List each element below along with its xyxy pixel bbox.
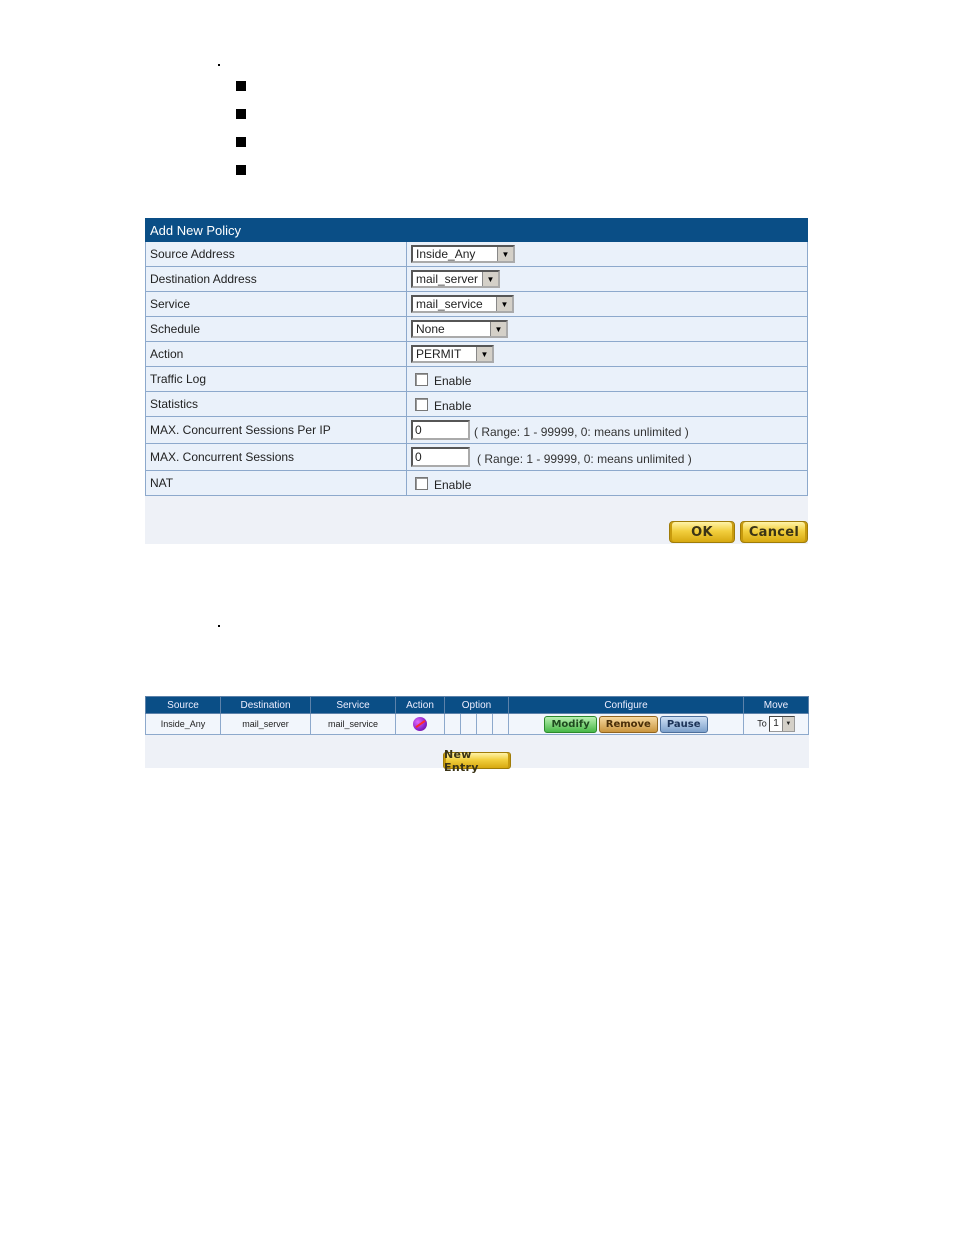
range-hint: ( Range: 1 - 99999, 0: means unlimited ) — [474, 425, 689, 439]
checkbox-label: Enable — [434, 478, 472, 493]
statistics-checkbox[interactable] — [415, 397, 428, 411]
pause-button[interactable]: Pause — [659, 715, 708, 733]
field-label: MAX. Concurrent Sessions Per IP — [145, 416, 407, 444]
cell-destination: mail_server — [220, 713, 311, 735]
max-sessions-input[interactable]: 0 — [411, 447, 470, 467]
bullet-square — [236, 165, 246, 175]
schedule-select[interactable]: None ▼ — [411, 320, 508, 338]
policy-table: Source Destination Service Action Option… — [145, 696, 809, 735]
form-row-schedule: Schedule None ▼ — [145, 316, 808, 342]
service-select[interactable]: mail_service ▼ — [411, 295, 514, 313]
max-sessions-per-ip-input[interactable]: 0 — [411, 420, 470, 440]
column-header-service: Service — [310, 696, 396, 714]
table-row: Inside_Any mail_server mail_service Modi… — [145, 713, 809, 735]
chevron-down-icon: ▼ — [496, 297, 512, 311]
bullet-square — [236, 109, 246, 119]
range-hint: ( Range: 1 - 99999, 0: means unlimited ) — [477, 452, 692, 466]
cancel-button[interactable]: Cancel — [740, 521, 808, 543]
action-select[interactable]: PERMIT ▼ — [411, 345, 494, 363]
form-row-max-sessions: MAX. Concurrent Sessions 0 ( Range: 1 - 9… — [145, 443, 808, 471]
cell-option — [476, 713, 493, 735]
column-header-source: Source — [145, 696, 221, 714]
field-label: Schedule — [145, 316, 407, 342]
field-label: Traffic Log — [145, 366, 407, 392]
new-entry-button[interactable]: New Entry — [443, 748, 511, 774]
move-position-select[interactable]: 1 ▼ — [769, 716, 795, 732]
destination-address-select[interactable]: mail_server ▼ — [411, 270, 500, 288]
nat-checkbox[interactable] — [415, 476, 428, 490]
chevron-down-icon: ▼ — [482, 272, 498, 286]
field-label: Action — [145, 341, 407, 367]
bullet-square — [236, 81, 246, 91]
source-address-select[interactable]: Inside_Any ▼ — [411, 245, 515, 263]
form-row-max-sessions-per-ip: MAX. Concurrent Sessions Per IP 0 ( Range… — [145, 416, 808, 444]
add-new-policy-panel: Add New Policy Source Address Inside_Any… — [145, 218, 808, 544]
cell-service: mail_service — [310, 713, 396, 735]
move-to-label: To — [757, 718, 767, 729]
cell-option — [492, 713, 509, 735]
cell-move: To 1 ▼ — [743, 713, 809, 735]
add-policy-form: Add New Policy Source Address Inside_Any… — [145, 218, 808, 496]
checkbox-label: Enable — [434, 374, 472, 389]
chevron-down-icon: ▼ — [490, 322, 506, 336]
form-row-traffic-log: Traffic Log Enable — [145, 366, 808, 392]
modify-button[interactable]: Modify — [544, 715, 597, 733]
form-row-source-address: Source Address Inside_Any ▼ — [145, 241, 808, 267]
permit-icon — [413, 717, 427, 731]
cell-source: Inside_Any — [145, 713, 221, 735]
remove-button[interactable]: Remove — [598, 715, 658, 733]
chevron-down-icon: ▼ — [781, 717, 794, 731]
chevron-down-icon: ▼ — [476, 347, 492, 361]
traffic-log-checkbox[interactable] — [415, 372, 428, 386]
column-header-option: Option — [444, 696, 509, 714]
bullet-square — [236, 137, 246, 147]
column-header-configure: Configure — [508, 696, 744, 714]
bullet-dot — [218, 625, 220, 627]
bullet-dot — [218, 64, 220, 66]
field-label: MAX. Concurrent Sessions — [145, 443, 407, 471]
table-header-row: Source Destination Service Action Option… — [145, 696, 809, 714]
form-row-destination-address: Destination Address mail_server ▼ — [145, 266, 808, 292]
chevron-down-icon: ▼ — [497, 247, 513, 261]
field-label: Source Address — [145, 241, 407, 267]
cell-action — [395, 713, 445, 735]
cell-configure: Modify Remove Pause — [508, 713, 744, 735]
panel-title: Add New Policy — [145, 218, 808, 242]
field-label: NAT — [145, 470, 407, 496]
ok-button[interactable]: OK — [669, 521, 735, 543]
field-label: Destination Address — [145, 266, 407, 292]
checkbox-label: Enable — [434, 399, 472, 414]
form-row-nat: NAT Enable — [145, 470, 808, 496]
form-row-statistics: Statistics Enable — [145, 391, 808, 417]
column-header-destination: Destination — [220, 696, 311, 714]
form-row-service: Service mail_service ▼ — [145, 291, 808, 317]
form-row-action: Action PERMIT ▼ — [145, 341, 808, 367]
cell-option — [444, 713, 461, 735]
cell-option — [460, 713, 477, 735]
column-header-move: Move — [743, 696, 809, 714]
field-label: Statistics — [145, 391, 407, 417]
policy-list-panel: Source Destination Service Action Option… — [145, 696, 809, 774]
field-label: Service — [145, 291, 407, 317]
column-header-action: Action — [395, 696, 445, 714]
